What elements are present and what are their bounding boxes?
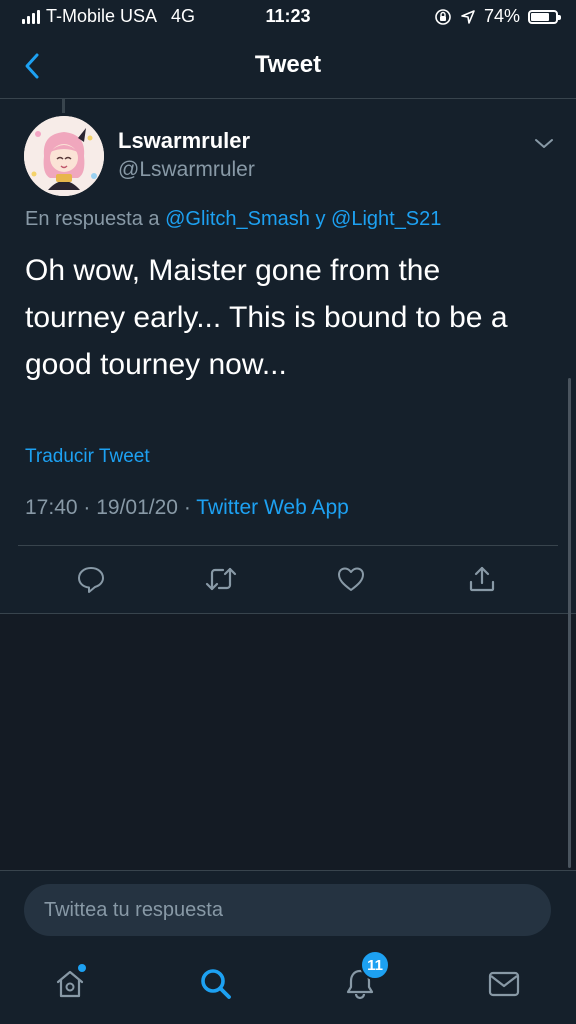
- avatar[interactable]: [24, 116, 104, 196]
- reply-button[interactable]: [74, 562, 108, 596]
- meta-separator: ·: [177, 496, 197, 519]
- meta-separator: ·: [77, 496, 97, 519]
- empty-replies-area: [0, 613, 576, 870]
- tweet-meta: 17:40 · 19/01/20 · Twitter Web App: [25, 496, 349, 520]
- mention-link[interactable]: @Light_S21: [331, 208, 441, 230]
- retweet-button[interactable]: [204, 562, 238, 596]
- tab-messages[interactable]: [482, 962, 526, 1006]
- location-arrow-icon: [461, 9, 475, 24]
- share-button[interactable]: [465, 562, 499, 596]
- chevron-down-icon: [535, 139, 553, 148]
- more-options-button[interactable]: [530, 134, 558, 154]
- scroll-indicator: [568, 378, 571, 868]
- tab-search[interactable]: [194, 962, 238, 1006]
- notifications-badge: 11: [360, 950, 390, 980]
- tweet-actions: [0, 558, 576, 600]
- display-name[interactable]: Lswarmruler: [118, 128, 250, 154]
- battery-icon: [528, 9, 561, 24]
- tweet-time: 17:40: [25, 496, 78, 519]
- like-button[interactable]: [334, 562, 368, 596]
- tab-home[interactable]: [48, 962, 92, 1006]
- tweet-source-link[interactable]: Twitter Web App: [196, 496, 349, 519]
- reply-joiner: y: [309, 208, 332, 230]
- reply-input[interactable]: [24, 884, 551, 936]
- share-icon: [469, 566, 495, 592]
- battery-percent: 74%: [483, 6, 520, 26]
- messages-icon: [488, 971, 520, 997]
- tweet-text: Oh wow, Maister gone from the tourney ea…: [25, 254, 508, 381]
- home-new-indicator: [78, 964, 86, 972]
- home-icon: [56, 970, 84, 998]
- search-icon: [201, 969, 231, 999]
- avatar-image: [24, 116, 104, 196]
- reply-context: En respuesta a @Glitch_Smash y @Light_S2…: [25, 208, 441, 231]
- page-title: Tweet: [254, 51, 322, 78]
- reply-bar: [0, 870, 576, 943]
- reply-prefix: En respuesta a: [25, 208, 166, 230]
- tab-bar: 11: [0, 942, 576, 1024]
- thread-connector-line: [62, 99, 65, 113]
- retweet-icon: [205, 567, 237, 591]
- tweet-date: 19/01/20: [96, 496, 178, 519]
- orientation-lock-icon: [435, 8, 451, 25]
- mention-link[interactable]: @Glitch_Smash: [165, 208, 310, 230]
- like-icon: [338, 567, 364, 591]
- reply-icon: [78, 567, 104, 593]
- status-bar: T-Mobile USA 4G 11:23 74%: [0, 0, 576, 34]
- divider: [18, 545, 558, 546]
- username[interactable]: @Lswarmruler: [118, 158, 255, 182]
- status-right: 74%: [434, 6, 561, 27]
- tab-notifications[interactable]: 11: [338, 950, 390, 1006]
- nav-bar: Tweet: [0, 34, 576, 99]
- translate-tweet-link[interactable]: Traducir Tweet: [25, 446, 150, 468]
- battery-fill: [531, 12, 549, 21]
